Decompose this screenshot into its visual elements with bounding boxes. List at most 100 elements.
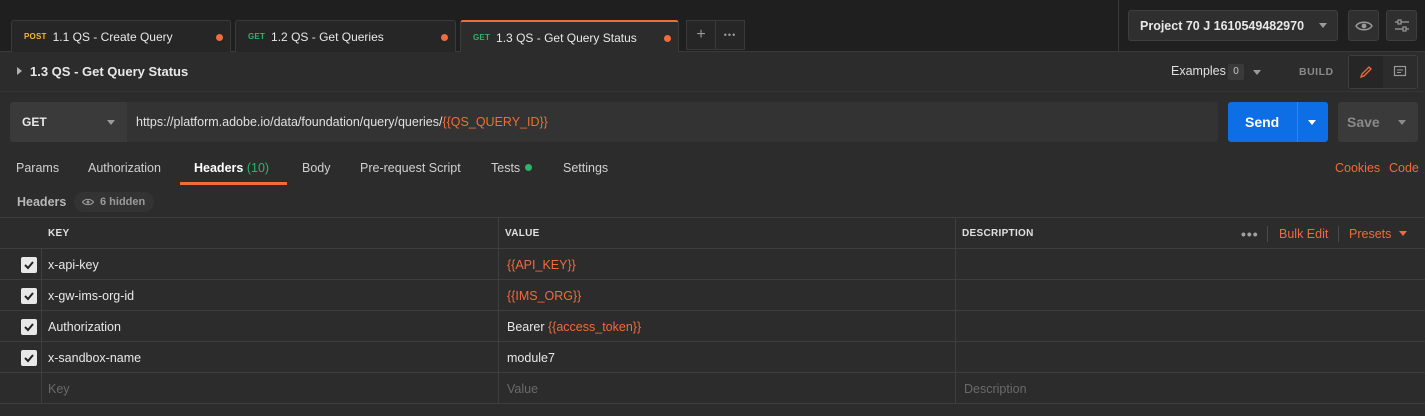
- checkmark-icon: [24, 323, 34, 332]
- presets-dropdown[interactable]: Presets: [1349, 218, 1408, 249]
- row-enabled-checkbox[interactable]: [21, 319, 37, 335]
- url-text: https://platform.adobe.io/data/foundatio…: [136, 115, 443, 129]
- header-value-cell[interactable]: Bearer {{access_token}}: [507, 311, 641, 342]
- column-header-key: KEY: [48, 228, 70, 239]
- header-key-cell[interactable]: x-api-key: [48, 249, 99, 280]
- row-enabled-checkbox[interactable]: [21, 257, 37, 273]
- request-tab-get-query-status[interactable]: GET 1.3 QS - Get Query Status: [460, 20, 679, 53]
- eye-icon: [82, 198, 94, 206]
- new-key-input[interactable]: Key: [48, 373, 70, 404]
- column-header-value: VALUE: [505, 228, 540, 239]
- send-label: Send: [1245, 114, 1280, 130]
- unsaved-dot-icon: [664, 35, 671, 42]
- http-method-value: GET: [22, 115, 47, 129]
- tab-headers[interactable]: Headers (10): [194, 161, 269, 175]
- hidden-headers-toggle[interactable]: 6 hidden: [74, 192, 155, 212]
- header-key-cell[interactable]: x-sandbox-name: [48, 342, 141, 373]
- header-key-cell[interactable]: x-gw-ims-org-id: [48, 280, 134, 311]
- divider: [1267, 226, 1268, 242]
- unsaved-dot-icon: [441, 34, 448, 41]
- tab-title: 1.3 QS - Get Query Status: [496, 30, 637, 45]
- environment-quick-look-button[interactable]: [1348, 10, 1379, 41]
- edit-mode-button[interactable]: [1349, 56, 1383, 88]
- value-variable: {{IMS_ORG}}: [507, 288, 582, 303]
- column-header-description: DESCRIPTION: [962, 228, 1034, 239]
- table-row: x-gw-ims-org-id {{IMS_ORG}}: [0, 280, 1425, 311]
- headers-section-label: Headers: [17, 195, 67, 209]
- row-enabled-checkbox[interactable]: [21, 350, 37, 366]
- table-row: x-api-key {{API_KEY}}: [0, 249, 1425, 280]
- active-tab-indicator: [180, 182, 287, 185]
- tab-method-badge: GET: [473, 33, 491, 42]
- divider: [1118, 0, 1119, 52]
- url-input[interactable]: https://platform.adobe.io/data/foundatio…: [127, 102, 1218, 142]
- examples-count-badge: 0: [1228, 64, 1244, 80]
- request-tab-create-query[interactable]: POST 1.1 QS - Create Query: [11, 20, 231, 52]
- environment-select[interactable]: Project 70 J 1610549482970: [1128, 10, 1338, 41]
- documentation-button[interactable]: [1383, 56, 1417, 88]
- cookies-link[interactable]: Cookies: [1335, 161, 1380, 175]
- headers-table: KEY VALUE DESCRIPTION ••• Bulk Edit Pres…: [0, 217, 1425, 404]
- build-mode-label: BUILD: [1299, 66, 1334, 78]
- save-button[interactable]: Save: [1338, 102, 1418, 142]
- checkmark-icon: [24, 354, 34, 363]
- http-method-select[interactable]: GET: [10, 102, 127, 142]
- tab-prerequest-script[interactable]: Pre-request Script: [360, 161, 461, 175]
- table-row: x-sandbox-name module7: [0, 342, 1425, 373]
- hidden-headers-count: 6 hidden: [100, 196, 146, 208]
- save-options-chevron-icon[interactable]: [1398, 120, 1406, 125]
- tab-settings[interactable]: Settings: [563, 161, 608, 175]
- examples-dropdown[interactable]: Examples: [1171, 64, 1226, 78]
- tab-strip: POST 1.1 QS - Create Query GET 1.2 QS - …: [0, 0, 1425, 53]
- chevron-down-icon: [1399, 231, 1408, 236]
- value-variable: {{API_KEY}}: [507, 257, 576, 272]
- chevron-right-icon[interactable]: [17, 67, 22, 75]
- save-label: Save: [1347, 114, 1380, 130]
- bulk-edit-label: Bulk Edit: [1279, 226, 1329, 241]
- column-options-button[interactable]: •••: [1241, 226, 1259, 242]
- manage-environments-button[interactable]: [1386, 10, 1417, 41]
- tab-authorization[interactable]: Authorization: [88, 161, 161, 175]
- presets-label: Presets: [1349, 226, 1392, 241]
- environment-name: Project 70 J 1610549482970: [1140, 18, 1305, 33]
- table-row: Authorization Bearer {{access_token}}: [0, 311, 1425, 342]
- bulk-edit-button[interactable]: Bulk Edit: [1279, 218, 1328, 249]
- tab-title: 1.1 QS - Create Query: [52, 29, 173, 44]
- tab-method-badge: GET: [248, 32, 266, 41]
- checkmark-icon: [24, 261, 34, 270]
- new-value-input[interactable]: Value: [507, 373, 538, 404]
- value-text: module7: [507, 350, 555, 365]
- chevron-down-icon[interactable]: [1253, 70, 1261, 75]
- new-description-input[interactable]: Description: [964, 373, 1027, 404]
- tab-body[interactable]: Body: [302, 161, 331, 175]
- checkmark-icon: [24, 292, 34, 301]
- chevron-down-icon: [1319, 23, 1327, 28]
- header-value-cell[interactable]: {{IMS_ORG}}: [507, 280, 581, 311]
- header-value-cell[interactable]: {{API_KEY}}: [507, 249, 576, 280]
- tab-params[interactable]: Params: [16, 161, 59, 175]
- url-variable: {{QS_QUERY_ID}}: [442, 115, 548, 129]
- value-text: Bearer: [507, 319, 548, 334]
- tab-options-button[interactable]: •••: [715, 20, 745, 50]
- row-enabled-checkbox[interactable]: [21, 288, 37, 304]
- request-title-bar: 1.3 QS - Get Query Status Examples 0 BUI…: [0, 52, 1425, 92]
- mode-toggle: [1348, 55, 1418, 89]
- pencil-icon: [1359, 66, 1372, 79]
- tab-tests-label: Tests: [491, 161, 521, 175]
- chevron-down-icon: [107, 120, 115, 125]
- request-title[interactable]: 1.3 QS - Get Query Status: [30, 64, 188, 79]
- tab-tests[interactable]: Tests: [491, 161, 533, 175]
- code-link[interactable]: Code: [1389, 161, 1419, 175]
- send-button[interactable]: Send: [1228, 102, 1328, 142]
- new-tab-button[interactable]: +: [686, 20, 716, 50]
- request-tab-get-queries[interactable]: GET 1.2 QS - Get Queries: [235, 20, 456, 52]
- request-tabs: Params Authorization Headers (10) Body P…: [0, 155, 1425, 185]
- header-key-cell[interactable]: Authorization: [48, 311, 121, 342]
- comment-icon: [1393, 65, 1407, 77]
- tab-title: 1.2 QS - Get Queries: [271, 29, 384, 44]
- table-row-new: Key Value Description: [0, 373, 1425, 404]
- send-options-chevron-icon[interactable]: [1308, 120, 1316, 125]
- header-value-cell[interactable]: module7: [507, 342, 555, 373]
- divider: [1338, 226, 1339, 242]
- table-header-row: KEY VALUE DESCRIPTION ••• Bulk Edit Pres…: [0, 218, 1425, 249]
